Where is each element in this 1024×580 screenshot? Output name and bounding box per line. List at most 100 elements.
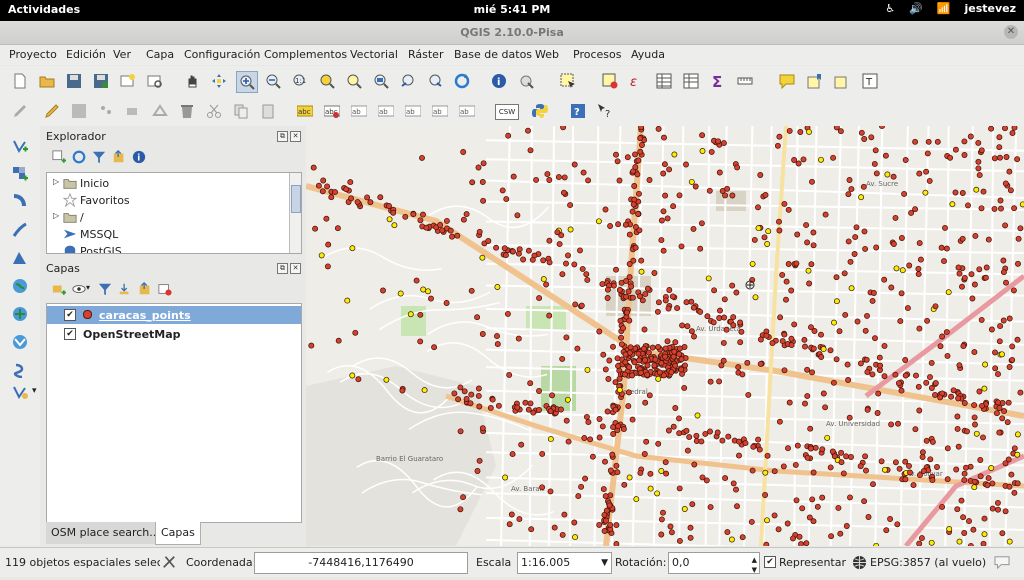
point-feature[interactable] — [629, 208, 636, 215]
point-feature[interactable] — [736, 452, 742, 459]
volume-icon[interactable]: 🔊 — [909, 2, 923, 15]
point-feature[interactable] — [577, 247, 583, 254]
point-feature[interactable] — [982, 274, 989, 281]
point-feature[interactable] — [979, 402, 985, 409]
point-feature[interactable] — [963, 464, 969, 471]
point-feature[interactable] — [631, 183, 638, 189]
selected-point[interactable] — [671, 151, 678, 158]
point-feature[interactable] — [784, 520, 791, 527]
collapse-all-icon[interactable] — [112, 150, 126, 164]
point-feature[interactable] — [324, 183, 331, 190]
point-feature[interactable] — [676, 430, 683, 437]
selected-point[interactable] — [344, 297, 351, 304]
point-feature[interactable] — [684, 447, 691, 454]
point-feature[interactable] — [354, 199, 361, 206]
point-feature[interactable] — [916, 325, 923, 332]
point-feature[interactable] — [862, 327, 869, 334]
point-feature[interactable] — [664, 338, 671, 345]
point-feature[interactable] — [589, 453, 596, 460]
point-feature[interactable] — [818, 354, 825, 360]
point-feature[interactable] — [999, 530, 1006, 537]
delete-selected-icon[interactable] — [177, 101, 197, 121]
point-feature[interactable] — [658, 360, 665, 367]
point-feature[interactable] — [626, 364, 633, 371]
point-feature[interactable] — [960, 514, 967, 521]
point-feature[interactable] — [632, 164, 639, 171]
point-feature[interactable] — [485, 238, 492, 244]
point-feature[interactable] — [460, 149, 467, 155]
chevron-down-icon[interactable]: ▾ — [32, 386, 37, 396]
point-feature[interactable] — [676, 415, 682, 422]
point-feature[interactable] — [437, 222, 444, 228]
point-feature[interactable] — [937, 343, 944, 350]
selected-point[interactable] — [595, 218, 602, 225]
point-feature[interactable] — [1002, 460, 1009, 467]
point-feature[interactable] — [718, 362, 725, 369]
point-feature[interactable] — [1002, 180, 1009, 187]
point-feature[interactable] — [625, 403, 632, 410]
point-feature[interactable] — [502, 252, 509, 259]
point-feature[interactable] — [948, 393, 955, 400]
point-feature[interactable] — [991, 205, 998, 212]
point-feature[interactable] — [820, 390, 827, 397]
point-feature[interactable] — [604, 408, 611, 415]
point-feature[interactable] — [952, 146, 959, 153]
point-feature[interactable] — [328, 194, 335, 201]
point-feature[interactable] — [783, 296, 789, 303]
point-feature[interactable] — [985, 475, 992, 482]
point-feature[interactable] — [623, 293, 630, 300]
point-feature[interactable] — [892, 214, 899, 221]
point-feature[interactable] — [624, 309, 630, 316]
point-feature[interactable] — [925, 138, 932, 145]
point-feature[interactable] — [489, 396, 496, 403]
menu-ayuda[interactable]: Ayuda — [631, 48, 665, 61]
point-feature[interactable] — [609, 451, 616, 458]
point-feature[interactable] — [475, 392, 482, 399]
point-feature[interactable] — [871, 160, 878, 167]
selected-point[interactable] — [633, 496, 640, 503]
point-feature[interactable] — [1000, 257, 1007, 264]
point-feature[interactable] — [804, 366, 811, 373]
point-feature[interactable] — [423, 224, 430, 231]
scale-combobox[interactable]: 1:16.005 ▼ — [517, 552, 612, 574]
point-feature[interactable] — [641, 326, 648, 333]
point-feature[interactable] — [801, 336, 808, 343]
point-feature[interactable] — [620, 426, 627, 433]
point-feature[interactable] — [939, 503, 946, 510]
point-feature[interactable] — [554, 229, 561, 236]
point-feature[interactable] — [443, 300, 450, 306]
point-feature[interactable] — [468, 391, 475, 398]
point-feature[interactable] — [644, 285, 651, 292]
point-feature[interactable] — [904, 305, 911, 312]
point-feature[interactable] — [845, 238, 852, 245]
point-feature[interactable] — [522, 399, 529, 406]
point-feature[interactable] — [835, 504, 842, 511]
point-feature[interactable] — [646, 392, 653, 399]
point-feature[interactable] — [614, 355, 621, 362]
point-feature[interactable] — [618, 334, 625, 341]
selected-point[interactable] — [349, 245, 356, 252]
point-feature[interactable] — [993, 410, 1000, 417]
point-feature[interactable] — [703, 477, 710, 484]
point-feature[interactable] — [971, 349, 978, 356]
point-feature[interactable] — [844, 361, 851, 368]
point-feature[interactable] — [968, 271, 975, 278]
add-selected-icon[interactable] — [52, 150, 66, 164]
point-feature[interactable] — [662, 192, 669, 199]
point-feature[interactable] — [602, 493, 609, 500]
selected-point[interactable] — [688, 178, 695, 185]
point-feature[interactable] — [514, 212, 521, 219]
point-feature[interactable] — [873, 170, 880, 177]
point-feature[interactable] — [662, 297, 669, 304]
point-feature[interactable] — [439, 227, 446, 234]
point-feature[interactable] — [792, 461, 799, 468]
expand-all-icon[interactable] — [118, 282, 132, 296]
point-feature[interactable] — [861, 498, 868, 505]
point-feature[interactable] — [602, 366, 609, 373]
point-feature[interactable] — [641, 451, 648, 457]
point-feature[interactable] — [707, 504, 714, 511]
point-feature[interactable] — [877, 362, 884, 369]
point-feature[interactable] — [819, 494, 826, 501]
highlight-labels-icon[interactable]: ab — [349, 101, 369, 121]
point-feature[interactable] — [528, 526, 535, 533]
